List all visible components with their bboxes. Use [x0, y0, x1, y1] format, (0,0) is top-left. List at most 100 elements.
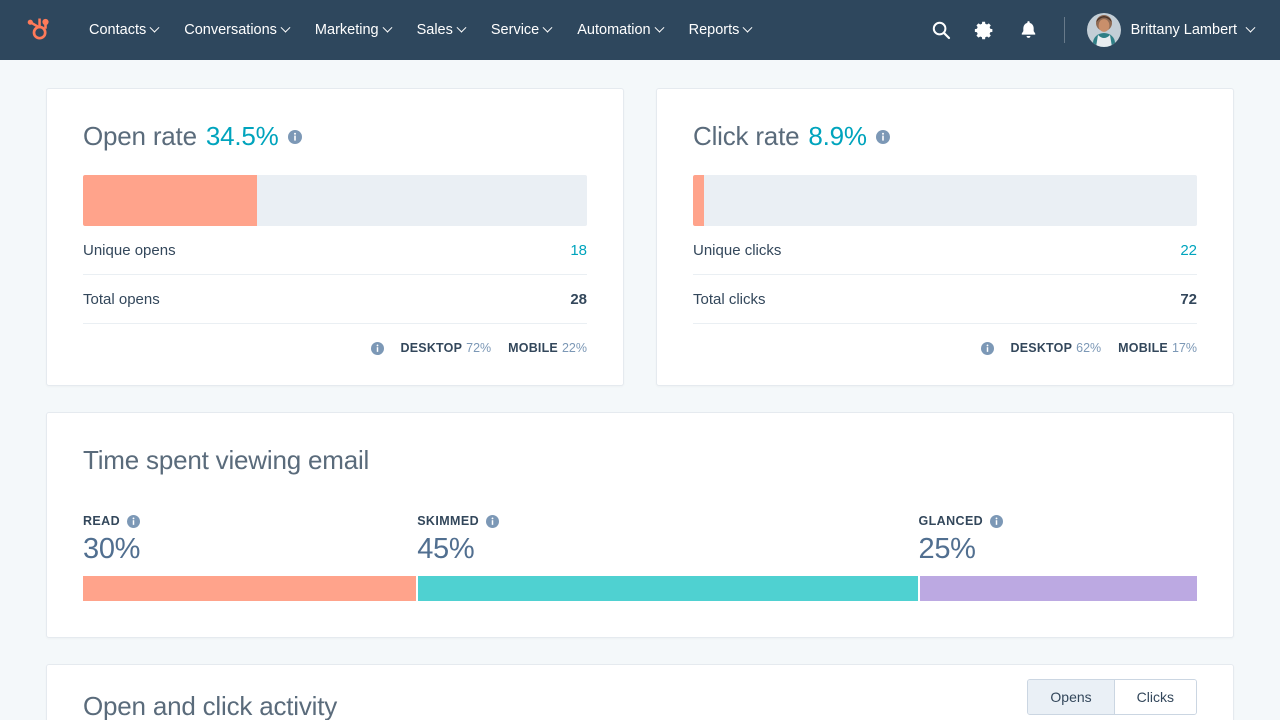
open-mobile-label: MOBILE [508, 341, 558, 355]
notifications-button[interactable] [1010, 11, 1048, 49]
time-spent-metrics: READ 30% SKIMMED [83, 514, 1197, 576]
info-circle-icon [288, 130, 302, 144]
chevron-down-icon [280, 22, 290, 32]
settings-button[interactable] [966, 11, 1004, 49]
info-circle-icon [127, 515, 140, 528]
metric-glanced-head: GLANCED [919, 514, 1004, 528]
click-rate-bar-track [693, 175, 1197, 226]
time-spent-segmented-bar [83, 576, 1197, 601]
nav-label-contacts: Contacts [89, 22, 146, 38]
info-circle-icon [876, 130, 890, 144]
page-content: Open rate 34.5% Unique opens 18 Tot [0, 60, 1280, 720]
nav-label-automation: Automation [577, 22, 650, 38]
click-rate-value: 8.9% [808, 121, 866, 152]
open-desktop-label: DESKTOP [401, 341, 463, 355]
gear-icon [974, 20, 995, 41]
open-rate-value: 34.5% [206, 121, 279, 152]
metric-skimmed-label: SKIMMED [417, 514, 479, 528]
nav-item-service[interactable]: Service [478, 14, 564, 46]
nav-label-marketing: Marketing [315, 22, 379, 38]
unique-clicks-value[interactable]: 22 [1180, 242, 1197, 259]
nav-item-sales[interactable]: Sales [404, 14, 478, 46]
metric-read-info-icon[interactable] [127, 515, 140, 528]
nav-item-automation[interactable]: Automation [564, 14, 675, 46]
open-device-breakdown: DESKTOP72% MOBILE22% [83, 324, 587, 355]
unique-clicks-row: Unique clicks 22 [693, 226, 1197, 275]
metric-skimmed-value: 45% [417, 533, 499, 566]
click-rate-info-icon[interactable] [876, 130, 890, 144]
click-rate-bar-fill [693, 175, 704, 226]
nav-item-contacts[interactable]: Contacts [76, 14, 171, 46]
click-rate-heading: Click rate 8.9% [693, 121, 1197, 152]
avatar-photo-icon [1087, 13, 1121, 47]
unique-opens-value[interactable]: 18 [570, 242, 587, 259]
total-clicks-value: 72 [1180, 291, 1197, 308]
nav-item-conversations[interactable]: Conversations [171, 14, 302, 46]
metric-skimmed-info-icon[interactable] [486, 515, 499, 528]
time-spent-title: Time spent viewing email [83, 445, 1197, 476]
open-device-info-icon[interactable] [371, 342, 384, 355]
open-desktop-stat: DESKTOP72% [401, 341, 492, 355]
nav-label-service: Service [491, 22, 539, 38]
hubspot-logo[interactable] [18, 9, 60, 51]
user-menu[interactable]: Brittany Lambert [1083, 9, 1260, 51]
click-desktop-label: DESKTOP [1011, 341, 1073, 355]
info-circle-icon [990, 515, 1003, 528]
nav-divider [1064, 17, 1065, 43]
total-opens-row: Total opens 28 [83, 275, 587, 324]
click-desktop-percent: 62% [1076, 341, 1101, 355]
search-button[interactable] [922, 11, 960, 49]
click-device-info-icon[interactable] [981, 342, 994, 355]
total-opens-label: Total opens [83, 291, 160, 308]
nav-item-reports[interactable]: Reports [676, 14, 765, 46]
info-circle-icon [486, 515, 499, 528]
segment-glanced [920, 576, 1198, 601]
click-mobile-stat: MOBILE 17% [1118, 341, 1197, 355]
total-opens-value: 28 [570, 291, 587, 308]
open-click-activity-title: Open and click activity [83, 691, 337, 720]
metric-read-label: READ [83, 514, 120, 528]
rate-cards-row: Open rate 34.5% Unique opens 18 Tot [46, 88, 1234, 386]
click-mobile-label: MOBILE [1118, 341, 1168, 355]
metric-read-head: READ [83, 514, 140, 528]
nav-label-conversations: Conversations [184, 22, 277, 38]
metric-skimmed-head: SKIMMED [417, 514, 499, 528]
bell-icon [1019, 20, 1038, 40]
chevron-down-icon [743, 22, 753, 32]
segment-read [83, 576, 416, 601]
click-device-breakdown: DESKTOP62% MOBILE 17% [693, 324, 1197, 355]
segment-skimmed [418, 576, 918, 601]
click-rate-card: Click rate 8.9% Unique clicks 22 To [656, 88, 1234, 386]
activity-tab-group: Opens Clicks [1027, 679, 1197, 715]
tab-clicks[interactable]: Clicks [1114, 680, 1196, 714]
click-desktop-stat: DESKTOP62% [1011, 341, 1102, 355]
user-name-label: Brittany Lambert [1131, 22, 1237, 38]
click-rate-title-text: Click rate [693, 121, 799, 152]
top-navigation-bar: Contacts Conversations Marketing Sales S… [0, 0, 1280, 60]
hubspot-sprocket-icon [26, 17, 52, 43]
unique-opens-label: Unique opens [83, 242, 176, 259]
chevron-down-icon [382, 22, 392, 32]
main-nav-links: Contacts Conversations Marketing Sales S… [76, 14, 764, 46]
metric-glanced-info-icon[interactable] [990, 515, 1003, 528]
avatar [1087, 13, 1121, 47]
total-clicks-row: Total clicks 72 [693, 275, 1197, 324]
nav-label-reports: Reports [689, 22, 740, 38]
nav-item-marketing[interactable]: Marketing [302, 14, 404, 46]
info-circle-icon [981, 342, 994, 355]
nav-label-sales: Sales [417, 22, 453, 38]
metric-read-value: 30% [83, 533, 140, 566]
open-rate-info-icon[interactable] [288, 130, 302, 144]
open-mobile-stat: MOBILE22% [508, 341, 587, 355]
click-mobile-percent: 17% [1172, 341, 1197, 355]
open-click-activity-card: Open and click activity Opens Clicks [46, 664, 1234, 720]
chevron-down-icon [150, 22, 160, 32]
open-rate-title-text: Open rate [83, 121, 197, 152]
search-icon [931, 20, 951, 40]
open-rate-card: Open rate 34.5% Unique opens 18 Tot [46, 88, 624, 386]
tab-opens[interactable]: Opens [1028, 680, 1113, 714]
open-rate-heading: Open rate 34.5% [83, 121, 587, 152]
nav-right-cluster: Brittany Lambert [922, 9, 1260, 51]
metric-glanced-value: 25% [919, 533, 1004, 566]
open-rate-bar-fill [83, 175, 257, 226]
